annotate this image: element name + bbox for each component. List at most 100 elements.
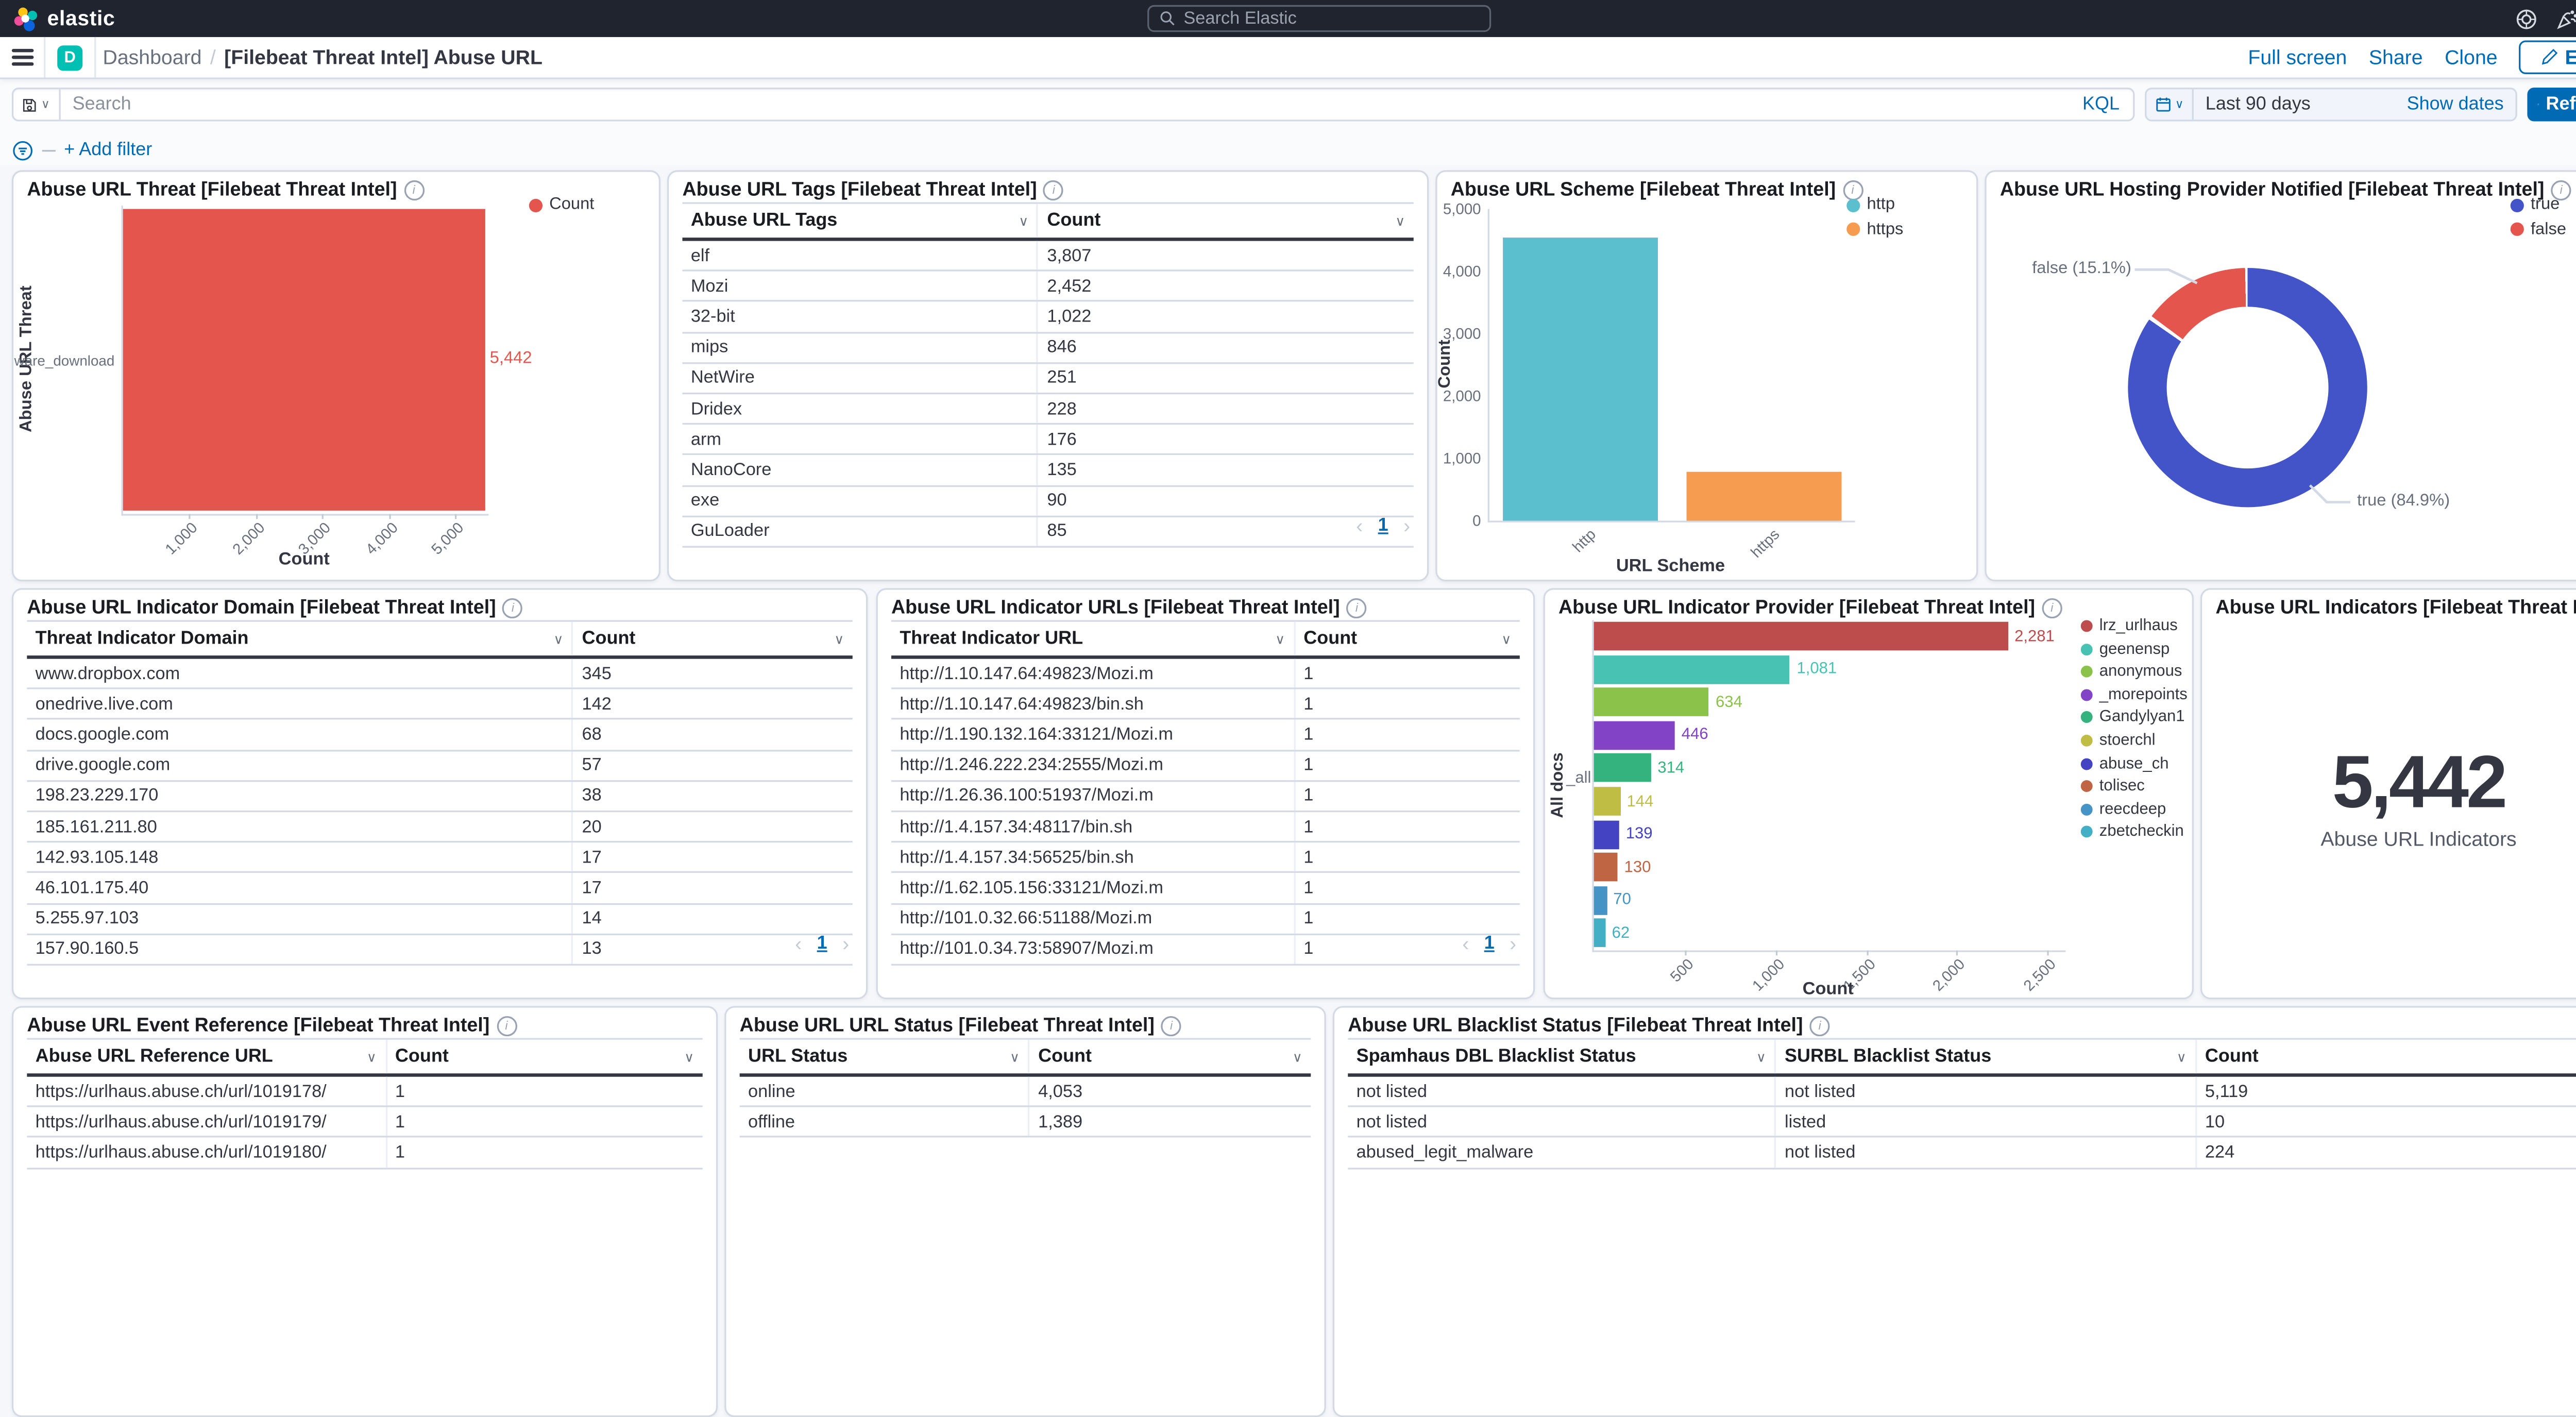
legend-item[interactable]: Gandylyan1: [2081, 709, 2188, 727]
bar-tolisec[interactable]: [1594, 853, 1618, 882]
panel-header[interactable]: Abuse URL Indicator Provider [Filebeat T…: [1545, 590, 2192, 619]
global-search-input[interactable]: Search Elastic: [1146, 5, 1490, 32]
prev-page-icon[interactable]: ‹: [1356, 514, 1363, 537]
next-page-icon[interactable]: ›: [1510, 932, 1516, 955]
column-header[interactable]: Count∨: [1294, 622, 1520, 655]
info-icon[interactable]: i: [496, 1016, 516, 1036]
bar-lrz_urlhaus[interactable]: [1594, 622, 2008, 651]
page-number[interactable]: 1: [1484, 934, 1495, 954]
column-header[interactable]: Spamhaus DBL Blacklist Status∨: [1348, 1040, 1774, 1073]
date-quick-menu[interactable]: ∨: [2146, 89, 2194, 120]
column-header[interactable]: Abuse URL Reference URL∨: [27, 1040, 385, 1073]
bar-reecdeep[interactable]: [1594, 886, 1607, 915]
next-page-icon[interactable]: ›: [842, 932, 849, 955]
dashboard-badge[interactable]: D: [57, 45, 82, 70]
info-icon[interactable]: i: [2042, 598, 2062, 618]
bar-anonymous[interactable]: [1594, 688, 1709, 717]
info-icon[interactable]: i: [404, 180, 424, 200]
legend-item[interactable]: true: [2511, 195, 2566, 214]
panel-header[interactable]: Abuse URL Hosting Provider Notified [Fil…: [1987, 172, 2576, 201]
column-header[interactable]: Threat Indicator Domain∨: [27, 622, 572, 655]
legend-item[interactable]: tolisec: [2081, 777, 2188, 796]
legend-item[interactable]: false: [2511, 220, 2566, 239]
panel-header[interactable]: Abuse URL Blacklist Status [Filebeat Thr…: [1334, 1008, 2576, 1037]
table-cell: 1: [385, 1077, 702, 1106]
prev-page-icon[interactable]: ‹: [795, 932, 802, 955]
panel-header[interactable]: Abuse URL Indicator Domain [Filebeat Thr…: [13, 590, 866, 619]
tick-mark: [1957, 950, 1958, 955]
info-icon[interactable]: i: [1044, 180, 1064, 200]
info-icon[interactable]: i: [503, 598, 523, 618]
panel-header[interactable]: Abuse URL Indicator URLs [Filebeat Threa…: [878, 590, 1533, 619]
news-party-icon[interactable]: [2556, 8, 2576, 30]
refresh-button[interactable]: Refresh: [2527, 88, 2576, 121]
page-number[interactable]: 1: [817, 934, 827, 954]
saved-query-menu[interactable]: ∨: [13, 89, 61, 120]
bar-_morepoints[interactable]: [1594, 721, 1675, 750]
edit-button[interactable]: Edit: [2519, 40, 2576, 74]
column-header[interactable]: URL Status∨: [740, 1040, 1028, 1073]
info-icon[interactable]: i: [1161, 1016, 1181, 1036]
next-page-icon[interactable]: ›: [1403, 514, 1410, 537]
menu-icon[interactable]: [12, 49, 34, 66]
legend-item[interactable]: lrz_urlhaus: [2081, 617, 2188, 635]
time-range-value[interactable]: Last 90 days: [2206, 94, 2407, 114]
kql-search-input[interactable]: ∨ Search KQL: [12, 88, 2135, 121]
column-header[interactable]: Abuse URL Tags∨: [682, 204, 1037, 238]
column-header[interactable]: Count∨: [2195, 1040, 2576, 1073]
bar-abuse_ch[interactable]: [1594, 820, 1619, 849]
panel-header[interactable]: Abuse URL Indicators [Filebeat Threat In…: [2202, 590, 2576, 619]
info-icon[interactable]: i: [1810, 1016, 1830, 1036]
clone-button[interactable]: Clone: [2445, 45, 2498, 69]
tick-mark: [256, 514, 258, 519]
bar-Gandylyan1[interactable]: [1594, 754, 1651, 783]
prev-page-icon[interactable]: ‹: [1462, 932, 1469, 955]
chevron-down-icon: ∨: [2177, 1049, 2187, 1064]
legend-item[interactable]: http: [1846, 195, 1903, 214]
legend-item[interactable]: Count: [529, 195, 595, 214]
column-header[interactable]: Count∨: [1037, 204, 1414, 238]
column-header[interactable]: Count∨: [385, 1040, 702, 1073]
full-screen-button[interactable]: Full screen: [2248, 45, 2347, 69]
tick-mark: [1775, 950, 1777, 955]
legend-item[interactable]: geenensp: [2081, 639, 2188, 658]
legend-item[interactable]: https: [1846, 220, 1903, 239]
legend-item[interactable]: zbetcheckin: [2081, 823, 2188, 841]
donut-chart[interactable]: [2128, 268, 2367, 507]
breadcrumb-dashboard[interactable]: Dashboard: [103, 45, 201, 69]
legend-item[interactable]: reecdeep: [2081, 800, 2188, 819]
column-header[interactable]: Count∨: [1028, 1040, 1311, 1073]
divider: [94, 37, 96, 77]
help-icon[interactable]: [2516, 8, 2538, 30]
filter-icon[interactable]: [12, 139, 34, 161]
event-reference-table: Abuse URL Reference URL∨Count∨https://ur…: [27, 1038, 702, 1169]
add-filter-button[interactable]: + Add filter: [64, 140, 152, 160]
bar-geenensp[interactable]: [1594, 655, 1790, 684]
page-number[interactable]: 1: [1378, 516, 1388, 536]
bar-http[interactable]: [1503, 237, 1658, 521]
table-header-row: Abuse URL Tags∨Count∨: [682, 202, 1413, 241]
legend-dot: [2081, 666, 2093, 678]
bar-https[interactable]: [1687, 472, 1842, 520]
panel-header[interactable]: Abuse URL URL Status [Filebeat Threat In…: [726, 1008, 1324, 1037]
bar-stoerchl[interactable]: [1594, 787, 1620, 816]
legend-item[interactable]: _morepoints: [2081, 685, 2188, 704]
column-header[interactable]: Threat Indicator URL∨: [891, 622, 1294, 655]
panel-header[interactable]: Abuse URL Event Reference [Filebeat Thre…: [13, 1008, 716, 1037]
legend-item[interactable]: abuse_ch: [2081, 754, 2188, 773]
date-picker[interactable]: ∨ Last 90 days Show dates: [2145, 88, 2517, 121]
elastic-logo[interactable]: elastic: [13, 6, 115, 31]
info-icon[interactable]: i: [1347, 598, 1367, 618]
show-dates-button[interactable]: Show dates: [2407, 94, 2504, 114]
table-cell: 3,807: [1037, 241, 1414, 270]
bar-malware-download[interactable]: [123, 209, 485, 511]
column-header[interactable]: SURBL Blacklist Status∨: [1774, 1040, 2195, 1073]
share-button[interactable]: Share: [2369, 45, 2423, 69]
bar-zbetcheckin[interactable]: [1594, 919, 1605, 948]
legend-item[interactable]: anonymous: [2081, 663, 2188, 681]
bar-value-label: 70: [1613, 891, 1631, 909]
legend-item[interactable]: stoerchl: [2081, 731, 2188, 750]
column-header[interactable]: Count∨: [572, 622, 853, 655]
panel-header[interactable]: Abuse URL Tags [Filebeat Threat Intel] i: [669, 172, 1427, 201]
kql-toggle[interactable]: KQL: [2082, 94, 2120, 114]
